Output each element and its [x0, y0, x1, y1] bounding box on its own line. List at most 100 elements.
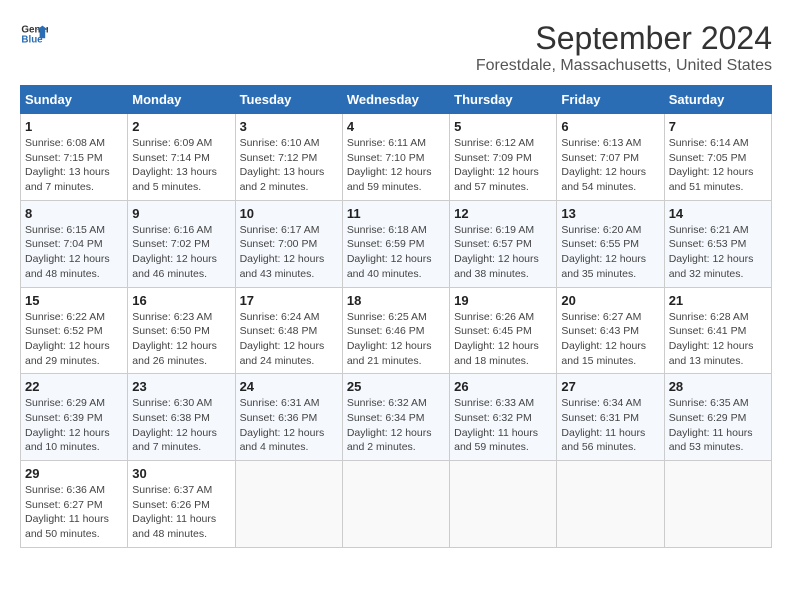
weekday-header-friday: Friday	[557, 86, 664, 114]
calendar-cell: 7 Sunrise: 6:14 AM Sunset: 7:05 PM Daylig…	[664, 114, 771, 201]
day-number: 11	[347, 206, 445, 221]
day-number: 25	[347, 379, 445, 394]
day-info: Sunrise: 6:28 AM Sunset: 6:41 PM Dayligh…	[669, 310, 767, 369]
calendar-cell: 22 Sunrise: 6:29 AM Sunset: 6:39 PM Dayli…	[21, 374, 128, 461]
day-number: 7	[669, 119, 767, 134]
calendar-cell: 20 Sunrise: 6:27 AM Sunset: 6:43 PM Dayli…	[557, 287, 664, 374]
calendar-cell: 9Sunrise: 6:16 AM Sunset: 7:02 PM Daylig…	[128, 200, 235, 287]
day-number: 20	[561, 293, 659, 308]
day-number: 14	[669, 206, 767, 221]
day-info: Sunrise: 6:33 AM Sunset: 6:32 PM Dayligh…	[454, 396, 552, 455]
day-number: 16	[132, 293, 230, 308]
day-info: Sunrise: 6:27 AM Sunset: 6:43 PM Dayligh…	[561, 310, 659, 369]
calendar-cell: 1Sunrise: 6:08 AM Sunset: 7:15 PM Daylig…	[21, 114, 128, 201]
day-info: Sunrise: 6:11 AM Sunset: 7:10 PM Dayligh…	[347, 136, 445, 195]
day-info: Sunrise: 6:19 AM Sunset: 6:57 PM Dayligh…	[454, 223, 552, 282]
calendar-cell	[342, 461, 449, 548]
weekday-header-thursday: Thursday	[450, 86, 557, 114]
calendar-week-1: 8 Sunrise: 6:15 AM Sunset: 7:04 PM Daylig…	[21, 200, 772, 287]
day-info: Sunrise: 6:37 AM Sunset: 6:26 PM Dayligh…	[132, 483, 230, 542]
day-number: 8	[25, 206, 123, 221]
calendar-cell: 28 Sunrise: 6:35 AM Sunset: 6:29 PM Dayli…	[664, 374, 771, 461]
day-number: 2	[132, 119, 230, 134]
title-area: September 2024 Forestdale, Massachusetts…	[476, 20, 772, 75]
day-number: 23	[132, 379, 230, 394]
weekday-header-sunday: Sunday	[21, 86, 128, 114]
day-number: 26	[454, 379, 552, 394]
day-info: Sunrise: 6:32 AM Sunset: 6:34 PM Dayligh…	[347, 396, 445, 455]
day-number: 10	[240, 206, 338, 221]
day-info: Sunrise: 6:08 AM Sunset: 7:15 PM Dayligh…	[25, 136, 123, 195]
logo-icon: General Blue	[20, 20, 48, 48]
day-info: Sunrise: 6:29 AM Sunset: 6:39 PM Dayligh…	[25, 396, 123, 455]
day-info: Sunrise: 6:12 AM Sunset: 7:09 PM Dayligh…	[454, 136, 552, 195]
day-info: Sunrise: 6:17 AM Sunset: 7:00 PM Dayligh…	[240, 223, 338, 282]
day-number: 29	[25, 466, 123, 481]
calendar-cell: 11 Sunrise: 6:18 AM Sunset: 6:59 PM Dayli…	[342, 200, 449, 287]
day-number: 18	[347, 293, 445, 308]
day-info: Sunrise: 6:15 AM Sunset: 7:04 PM Dayligh…	[25, 223, 123, 282]
calendar-cell: 13 Sunrise: 6:20 AM Sunset: 6:55 PM Dayli…	[557, 200, 664, 287]
day-info: Sunrise: 6:34 AM Sunset: 6:31 PM Dayligh…	[561, 396, 659, 455]
calendar-cell: 19 Sunrise: 6:26 AM Sunset: 6:45 PM Dayli…	[450, 287, 557, 374]
calendar-cell: 25 Sunrise: 6:32 AM Sunset: 6:34 PM Dayli…	[342, 374, 449, 461]
calendar-cell: 2 Sunrise: 6:09 AM Sunset: 7:14 PM Daylig…	[128, 114, 235, 201]
calendar-cell: 29 Sunrise: 6:36 AM Sunset: 6:27 PM Dayli…	[21, 461, 128, 548]
day-info: Sunrise: 6:25 AM Sunset: 6:46 PM Dayligh…	[347, 310, 445, 369]
day-number: 19	[454, 293, 552, 308]
day-info: Sunrise: 6:20 AM Sunset: 6:55 PM Dayligh…	[561, 223, 659, 282]
calendar-cell: 16 Sunrise: 6:23 AM Sunset: 6:50 PM Dayli…	[128, 287, 235, 374]
day-number: 13	[561, 206, 659, 221]
calendar-cell: 24Sunrise: 6:31 AM Sunset: 6:36 PM Dayli…	[235, 374, 342, 461]
day-info: Sunrise: 6:36 AM Sunset: 6:27 PM Dayligh…	[25, 483, 123, 542]
calendar-cell: 4 Sunrise: 6:11 AM Sunset: 7:10 PM Daylig…	[342, 114, 449, 201]
day-info: Sunrise: 6:18 AM Sunset: 6:59 PM Dayligh…	[347, 223, 445, 282]
calendar-cell: 30 Sunrise: 6:37 AM Sunset: 6:26 PM Dayli…	[128, 461, 235, 548]
calendar-cell: 26 Sunrise: 6:33 AM Sunset: 6:32 PM Dayli…	[450, 374, 557, 461]
calendar-cell: 12Sunrise: 6:19 AM Sunset: 6:57 PM Dayli…	[450, 200, 557, 287]
header: General Blue September 2024 Forestdale, …	[20, 20, 772, 75]
day-info: Sunrise: 6:35 AM Sunset: 6:29 PM Dayligh…	[669, 396, 767, 455]
day-number: 15	[25, 293, 123, 308]
day-info: Sunrise: 6:09 AM Sunset: 7:14 PM Dayligh…	[132, 136, 230, 195]
calendar-cell: 10 Sunrise: 6:17 AM Sunset: 7:00 PM Dayli…	[235, 200, 342, 287]
weekday-header-wednesday: Wednesday	[342, 86, 449, 114]
calendar-cell: 8 Sunrise: 6:15 AM Sunset: 7:04 PM Daylig…	[21, 200, 128, 287]
day-number: 30	[132, 466, 230, 481]
day-info: Sunrise: 6:14 AM Sunset: 7:05 PM Dayligh…	[669, 136, 767, 195]
day-info: Sunrise: 6:21 AM Sunset: 6:53 PM Dayligh…	[669, 223, 767, 282]
day-info: Sunrise: 6:24 AM Sunset: 6:48 PM Dayligh…	[240, 310, 338, 369]
calendar-table: SundayMondayTuesdayWednesdayThursdayFrid…	[20, 85, 772, 548]
calendar-title: September 2024	[476, 20, 772, 57]
day-number: 22	[25, 379, 123, 394]
weekday-header-saturday: Saturday	[664, 86, 771, 114]
day-number: 21	[669, 293, 767, 308]
day-info: Sunrise: 6:26 AM Sunset: 6:45 PM Dayligh…	[454, 310, 552, 369]
calendar-cell: 3 Sunrise: 6:10 AM Sunset: 7:12 PM Daylig…	[235, 114, 342, 201]
weekday-header-row: SundayMondayTuesdayWednesdayThursdayFrid…	[21, 86, 772, 114]
calendar-body: 1Sunrise: 6:08 AM Sunset: 7:15 PM Daylig…	[21, 114, 772, 548]
day-number: 28	[669, 379, 767, 394]
day-number: 4	[347, 119, 445, 134]
day-number: 3	[240, 119, 338, 134]
day-number: 5	[454, 119, 552, 134]
calendar-header: SundayMondayTuesdayWednesdayThursdayFrid…	[21, 86, 772, 114]
weekday-header-monday: Monday	[128, 86, 235, 114]
day-info: Sunrise: 6:10 AM Sunset: 7:12 PM Dayligh…	[240, 136, 338, 195]
calendar-cell: 21 Sunrise: 6:28 AM Sunset: 6:41 PM Dayli…	[664, 287, 771, 374]
calendar-cell	[557, 461, 664, 548]
calendar-week-3: 22 Sunrise: 6:29 AM Sunset: 6:39 PM Dayli…	[21, 374, 772, 461]
day-info: Sunrise: 6:23 AM Sunset: 6:50 PM Dayligh…	[132, 310, 230, 369]
calendar-cell	[450, 461, 557, 548]
day-info: Sunrise: 6:13 AM Sunset: 7:07 PM Dayligh…	[561, 136, 659, 195]
calendar-cell: 15Sunrise: 6:22 AM Sunset: 6:52 PM Dayli…	[21, 287, 128, 374]
day-info: Sunrise: 6:31 AM Sunset: 6:36 PM Dayligh…	[240, 396, 338, 455]
calendar-cell: 27 Sunrise: 6:34 AM Sunset: 6:31 PM Dayli…	[557, 374, 664, 461]
day-number: 27	[561, 379, 659, 394]
calendar-cell: 5 Sunrise: 6:12 AM Sunset: 7:09 PM Daylig…	[450, 114, 557, 201]
calendar-cell	[235, 461, 342, 548]
day-number: 6	[561, 119, 659, 134]
calendar-cell: 18 Sunrise: 6:25 AM Sunset: 6:46 PM Dayli…	[342, 287, 449, 374]
calendar-cell: 17Sunrise: 6:24 AM Sunset: 6:48 PM Dayli…	[235, 287, 342, 374]
calendar-week-4: 29 Sunrise: 6:36 AM Sunset: 6:27 PM Dayli…	[21, 461, 772, 548]
